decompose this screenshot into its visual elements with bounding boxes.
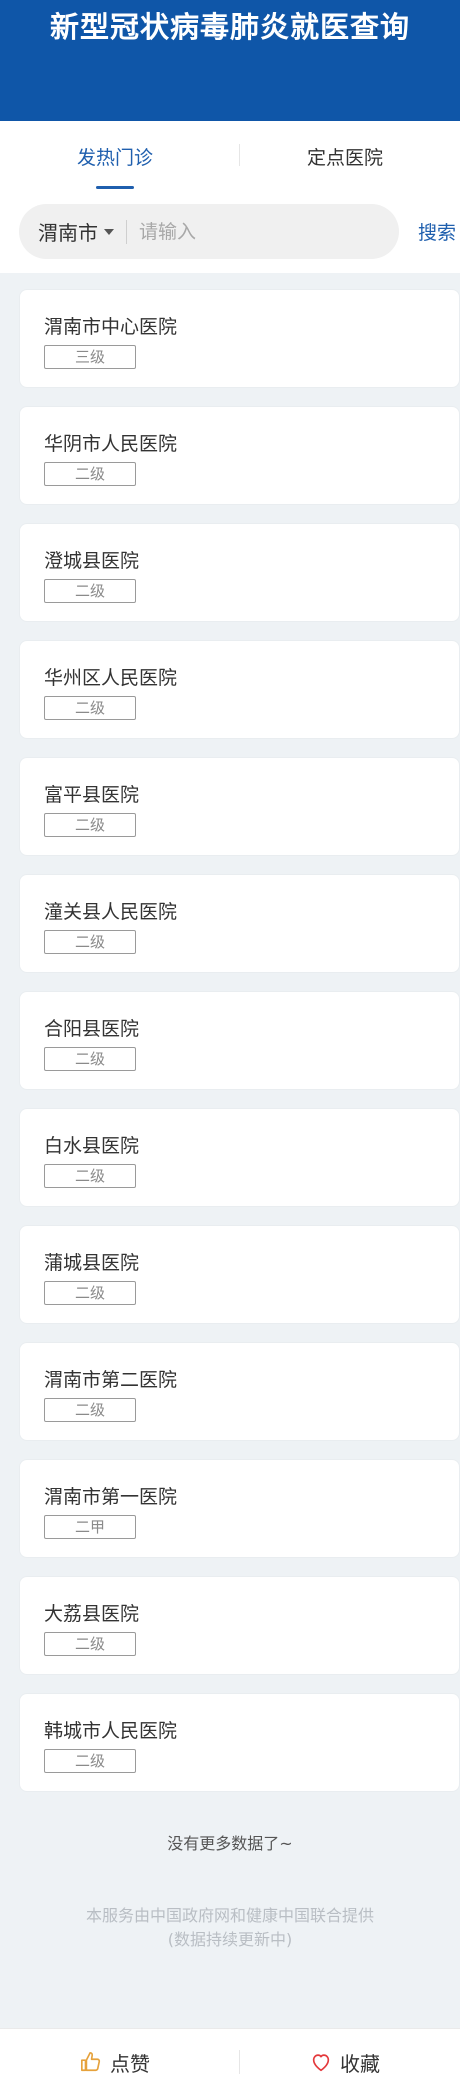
search-divider [126,219,127,244]
hospital-card[interactable]: 渭南市第一医院 二甲 [19,1459,460,1558]
hospital-card[interactable]: 合阳县医院 二级 [19,991,460,1090]
hospital-level-badge: 二级 [44,1398,136,1422]
active-tab-indicator [96,186,134,189]
hospital-card[interactable]: 韩城市人民医院 二级 [19,1693,460,1792]
hospital-card[interactable]: 蒲城县医院 二级 [19,1225,460,1324]
hospital-name: 华阴市人民医院 [44,433,178,455]
hospital-level-badge: 二级 [44,1164,136,1188]
city-select-value: 渭南市 [38,221,98,245]
hospital-name: 华州区人民医院 [44,667,178,689]
like-label: 点赞 [110,2051,150,2076]
thumbs-up-icon [81,2052,101,2072]
tab-designated-hospital[interactable]: 定点医院 [230,121,460,191]
hospital-level-badge: 二级 [44,1281,136,1305]
footer-note: 本服务由中国政府网和健康中国联合提供 (数据持续更新中) [0,1904,460,1952]
hospital-card[interactable]: 华州区人民医院 二级 [19,640,460,739]
hospital-level-badge: 二级 [44,1047,136,1071]
favorite-label: 收藏 [340,2051,380,2076]
hospital-level-badge: 三级 [44,345,136,369]
search-input[interactable] [139,220,369,243]
hospital-name: 大荔县医院 [44,1603,140,1625]
city-select[interactable]: 渭南市 [19,204,126,259]
hospital-name: 渭南市中心医院 [44,316,178,338]
hospital-level-badge: 二级 [44,696,136,720]
hospital-card[interactable]: 富平县医院 二级 [19,757,460,856]
tab-divider [239,144,240,166]
hospital-level-badge: 二级 [44,462,136,486]
tab-label: 发热门诊 [76,146,153,169]
page-title: 新型冠状病毒肺炎就医查询 [49,10,410,44]
hospital-card[interactable]: 澄城县医院 二级 [19,523,460,622]
tab-bar: 发热门诊 定点医院 [0,121,460,191]
hospital-level-badge: 二级 [44,1632,136,1656]
hospital-name: 潼关县人民医院 [44,901,178,923]
hospital-level-badge: 二级 [44,1749,136,1773]
hospital-card[interactable]: 渭南市中心医院 三级 [19,289,460,388]
hospital-list: 渭南市中心医院 三级 华阴市人民医院 二级 澄城县医院 二级 华州区人民医院 二… [19,289,460,1810]
hospital-name: 渭南市第二医院 [44,1369,178,1391]
hospital-level-badge: 二甲 [44,1515,136,1539]
hospital-card[interactable]: 华阴市人民医院 二级 [19,406,460,505]
hospital-name: 渭南市第一医院 [44,1486,178,1508]
footer-note-line: 本服务由中国政府网和健康中国联合提供 [85,1906,374,1925]
hospital-level-badge: 二级 [44,579,136,603]
hospital-name: 白水县医院 [44,1135,140,1157]
hospital-card[interactable]: 渭南市第二医院 二级 [19,1342,460,1441]
heart-icon [312,2054,330,2072]
favorite-button[interactable]: 收藏 [230,2029,460,2095]
hospital-name: 富平县医院 [44,784,140,806]
search-box: 渭南市 [19,204,399,259]
hospital-level-badge: 二级 [44,930,136,954]
page: 新型冠状病毒肺炎就医查询 发热门诊 定点医院 渭南市 搜索 渭南市中心医院 三级… [0,0,460,2095]
tab-fever-clinic[interactable]: 发热门诊 [0,121,230,191]
search-button[interactable]: 搜索 [418,218,456,245]
hospital-name: 韩城市人民医院 [44,1720,178,1742]
search-bar: 渭南市 搜索 [0,191,460,273]
footer-note-line: (数据持续更新中) [167,1930,293,1949]
hospital-card[interactable]: 白水县医院 二级 [19,1108,460,1207]
caret-down-icon [104,228,114,235]
like-button[interactable]: 点赞 [0,2029,230,2095]
header: 新型冠状病毒肺炎就医查询 [0,0,460,121]
hospital-name: 澄城县医院 [44,550,140,572]
tab-label: 定点医院 [306,146,383,169]
hospital-card[interactable]: 大荔县医院 二级 [19,1576,460,1675]
bottom-bar: 点赞 收藏 [0,2028,460,2095]
hospital-name: 合阳县医院 [44,1018,140,1040]
hospital-level-badge: 二级 [44,813,136,837]
hospital-card[interactable]: 潼关县人民医院 二级 [19,874,460,973]
hospital-name: 蒲城县医院 [44,1252,140,1274]
list-end-text: 没有更多数据了~ [167,1834,293,1853]
bottom-bar-divider [239,2050,240,2074]
